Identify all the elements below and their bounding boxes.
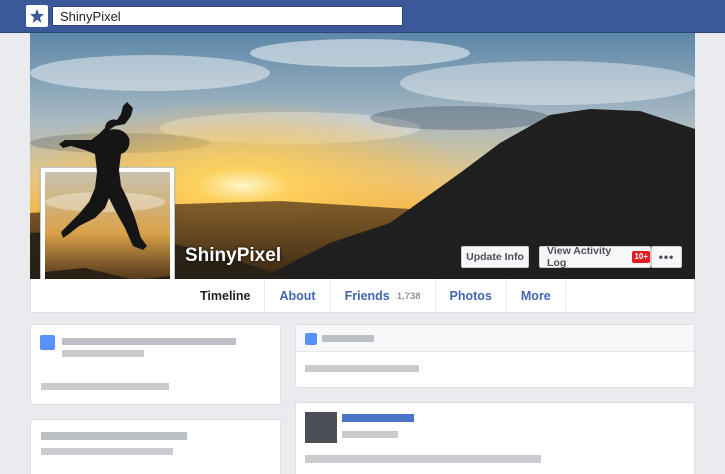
placeholder-line xyxy=(41,383,169,390)
placeholder-line xyxy=(322,335,374,342)
friends-count: 1,738 xyxy=(396,290,421,302)
top-navigation-bar xyxy=(0,0,725,33)
placeholder-line xyxy=(41,432,187,440)
post-author-placeholder[interactable] xyxy=(342,414,414,422)
update-info-button[interactable]: Update Info xyxy=(461,246,529,268)
placeholder-icon xyxy=(305,333,317,345)
activity-count-badge: 10+ xyxy=(632,251,650,263)
post-composer-card xyxy=(295,324,695,388)
view-activity-log-button[interactable]: View Activity Log 10+ xyxy=(539,245,651,269)
tab-label: About xyxy=(279,289,316,303)
search-input[interactable] xyxy=(52,6,403,26)
tab-label: Friends xyxy=(344,289,390,303)
more-options-button[interactable]: ••• xyxy=(651,246,682,268)
intro-card xyxy=(30,324,281,405)
tab-timeline[interactable]: Timeline xyxy=(186,279,266,313)
post-avatar[interactable] xyxy=(305,412,337,443)
tab-about[interactable]: About xyxy=(265,279,331,313)
placeholder-line xyxy=(62,350,144,357)
page-name: ShinyPixel xyxy=(185,245,282,266)
info-card xyxy=(30,419,281,474)
tab-label: Timeline xyxy=(200,289,251,303)
tab-label: More xyxy=(520,289,551,303)
placeholder-icon xyxy=(40,335,55,350)
tab-more[interactable]: More xyxy=(507,279,566,313)
silhouette-figure xyxy=(59,102,147,250)
placeholder-line xyxy=(305,455,541,463)
placeholder-line xyxy=(62,338,236,345)
tab-photos[interactable]: Photos xyxy=(436,279,507,313)
tab-friends[interactable]: Friends 1,738 xyxy=(331,279,436,313)
star-icon[interactable] xyxy=(26,5,48,27)
post-card xyxy=(295,402,695,474)
profile-tabs: Timeline About Friends 1,738 Photos More xyxy=(186,279,566,313)
placeholder-line xyxy=(342,431,398,438)
activity-log-label: View Activity Log xyxy=(547,245,612,269)
tab-label: Photos xyxy=(449,289,492,303)
placeholder-line xyxy=(41,448,173,455)
composer-placeholder-line[interactable] xyxy=(305,365,419,372)
